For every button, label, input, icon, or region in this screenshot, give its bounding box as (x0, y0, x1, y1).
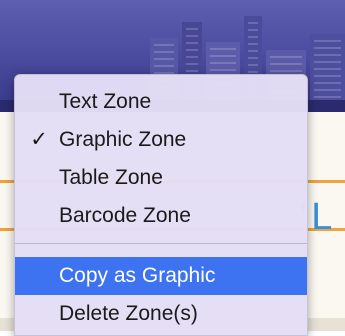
menu-item-delete-zones[interactable]: Delete Zone(s) (15, 295, 307, 333)
menu-item-barcode-zone[interactable]: Barcode Zone (15, 197, 307, 235)
menu-item-label: Delete Zone(s) (59, 302, 198, 325)
menu-item-label: Copy as Graphic (59, 264, 216, 287)
menu-item-graphic-zone[interactable]: ✓ Graphic Zone (15, 121, 307, 159)
checkmark-icon: ✓ (30, 128, 48, 151)
context-menu: Text Zone ✓ Graphic Zone Table Zone Barc… (14, 74, 308, 336)
building-shape (310, 34, 345, 100)
menu-item-label: Barcode Zone (59, 204, 191, 227)
menu-item-label: Text Zone (59, 90, 152, 113)
menu-item-text-zone[interactable]: Text Zone (15, 83, 307, 121)
menu-separator (15, 243, 307, 244)
menu-item-copy-as-graphic[interactable]: Copy as Graphic (15, 257, 307, 295)
menu-item-label: Graphic Zone (59, 128, 187, 151)
menu-item-label: Table Zone (59, 166, 163, 189)
menu-item-table-zone[interactable]: Table Zone (15, 159, 307, 197)
